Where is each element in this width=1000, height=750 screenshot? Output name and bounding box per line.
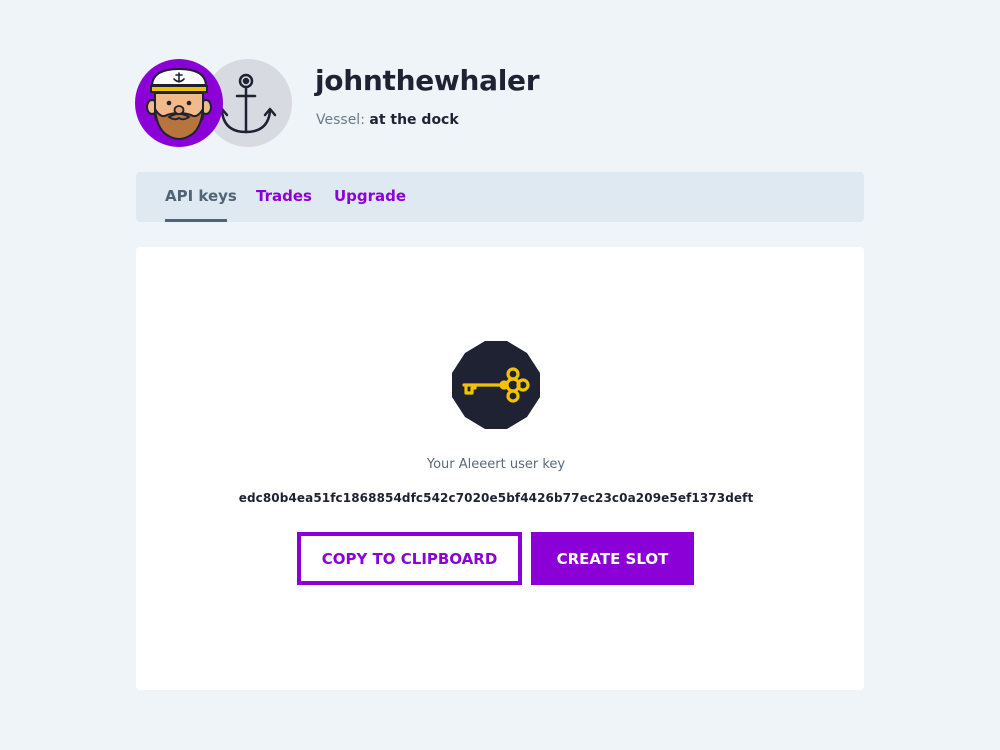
api-key-value[interactable]: edc80b4ea51fc1868854dfc542c7020e5bf4426b… [136,491,856,505]
key-icon [452,341,540,429]
key-caption: Your Aleeert user key [426,457,566,472]
tab-bar: API keys Trades Upgrade [136,172,864,222]
vessel-label: Vessel: [316,112,365,128]
create-slot-button[interactable]: CREATE SLOT [531,532,694,585]
copy-to-clipboard-button[interactable]: COPY TO CLIPBOARD [297,532,522,585]
tab-trades[interactable]: Trades [256,187,312,205]
active-tab-indicator [165,219,227,222]
key-badge [452,341,540,429]
tab-upgrade[interactable]: Upgrade [334,187,406,205]
captain-avatar [135,59,223,147]
vessel-status: Vessel: at the dock [316,112,459,128]
tab-api-keys[interactable]: API keys [165,187,237,205]
captain-avatar-icon [146,67,212,140]
api-key-card: Your Aleeert user key edc80b4ea51fc18688… [136,247,864,690]
username: johnthewhaler [315,64,540,97]
vessel-status-value: at the dock [369,112,459,128]
